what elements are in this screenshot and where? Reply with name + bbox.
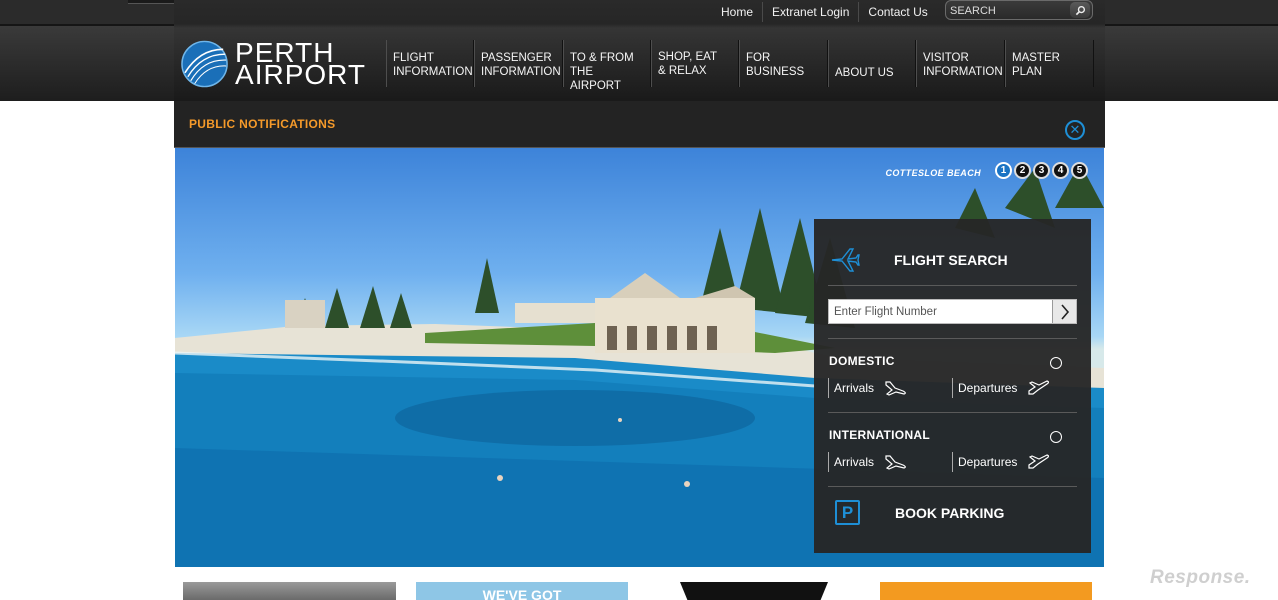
divider	[828, 338, 1077, 339]
contact-us-link[interactable]: Contact Us	[859, 2, 936, 22]
nav-label-line2: INFORMATION	[923, 66, 1003, 78]
promo-tile-4[interactable]	[880, 582, 1092, 600]
nav-label-line1: FLIGHT	[393, 52, 434, 64]
nav-label-line1: TO & FROM	[570, 52, 634, 64]
domestic-title: DOMESTIC	[829, 354, 895, 368]
departures-label: Departures	[958, 455, 1018, 469]
nav-label-line1: VISITOR	[923, 52, 969, 64]
divider	[828, 486, 1077, 487]
search-button[interactable]	[1070, 2, 1090, 18]
nav-flight-information[interactable]: FLIGHT INFORMATION	[386, 40, 474, 87]
domestic-arrivals-link[interactable]: Arrivals	[828, 378, 908, 398]
departures-plane-icon	[1028, 380, 1050, 395]
notifications-title[interactable]: PUBLIC NOTIFICATIONS	[189, 117, 335, 131]
book-parking-link[interactable]: BOOK PARKING	[895, 505, 1004, 521]
perth-airport-logo[interactable]: PERTH AIRPORT	[180, 39, 366, 89]
departures-label: Departures	[958, 381, 1018, 395]
search-input[interactable]	[950, 3, 1070, 18]
extranet-login-link[interactable]: Extranet Login	[763, 2, 860, 22]
flight-number-field	[828, 299, 1077, 324]
nav-label-line2: & RELAX	[658, 65, 707, 77]
response-watermark: Response.	[1150, 567, 1251, 588]
departures-plane-icon	[1028, 454, 1050, 469]
arrivals-label: Arrivals	[834, 381, 875, 395]
airplane-icon	[831, 248, 860, 272]
home-link[interactable]: Home	[712, 2, 764, 22]
divider	[828, 285, 1077, 286]
search-box	[945, 0, 1093, 20]
nav-master-plan[interactable]: MASTER PLAN	[1005, 40, 1094, 87]
divider	[828, 412, 1077, 413]
chevron-right-icon	[1060, 303, 1069, 320]
logo-globe-icon	[181, 40, 228, 88]
nav-label-line2: INFORMATION	[393, 66, 473, 78]
clock-icon[interactable]	[1050, 431, 1062, 443]
nav-label-line1: PASSENGER	[481, 52, 552, 64]
nav-label-line2: ABOUT US	[835, 67, 894, 79]
slide-page-3[interactable]: 3	[1033, 162, 1050, 179]
slide-page-4[interactable]: 4	[1052, 162, 1069, 179]
flight-search-title: FLIGHT SEARCH	[894, 252, 1008, 268]
flight-search-panel: FLIGHT SEARCH DOMESTIC Arrivals Departur…	[814, 219, 1091, 553]
arrivals-label: Arrivals	[834, 455, 875, 469]
slide-pager: 1 2 3 4 5	[995, 162, 1088, 179]
utility-links: Home Extranet Login Contact Us	[712, 1, 937, 23]
nav-for-business[interactable]: FOR BUSINESS	[739, 40, 828, 87]
public-notifications-bar: PUBLIC NOTIFICATIONS ✕	[174, 101, 1105, 148]
slide-page-5[interactable]: 5	[1071, 162, 1088, 179]
promo-tile-1[interactable]	[183, 582, 396, 600]
nav-label-line2: PLAN	[1012, 66, 1043, 78]
nav-label-line1: MASTER	[1012, 52, 1060, 64]
arrivals-plane-icon	[885, 455, 906, 470]
promo-tile-text: WE'VE GOT	[482, 587, 562, 600]
nav-label-line1: SHOP, EAT	[658, 51, 718, 63]
international-departures-link[interactable]: Departures	[952, 452, 1051, 472]
promo-tile-3[interactable]	[680, 582, 828, 600]
nav-label-line2: BUSINESS	[746, 66, 805, 78]
domestic-departures-link[interactable]: Departures	[952, 378, 1051, 398]
promo-tile-2[interactable]: WE'VE GOT	[416, 582, 628, 600]
international-arrivals-link[interactable]: Arrivals	[828, 452, 908, 472]
slide-page-1[interactable]: 1	[995, 162, 1012, 179]
nav-label-line2: INFORMATION	[481, 66, 561, 78]
nav-to-from-airport[interactable]: TO & FROM THE AIRPORT	[563, 40, 651, 92]
slide-caption: COTTESLOE BEACH	[885, 168, 981, 178]
main-navigation: FLIGHT INFORMATION PASSENGER INFORMATION…	[386, 40, 1094, 92]
slide-page-2[interactable]: 2	[1014, 162, 1031, 179]
parking-icon[interactable]: P	[835, 500, 860, 525]
nav-label-line1: FOR	[746, 52, 771, 64]
nav-about-us[interactable]: ABOUT US	[828, 40, 916, 87]
nav-shop-eat-relax[interactable]: SHOP, EAT & RELAX	[651, 40, 739, 87]
nav-passenger-information[interactable]: PASSENGER INFORMATION	[474, 40, 563, 87]
flight-search-go-button[interactable]	[1052, 300, 1076, 323]
international-title: INTERNATIONAL	[829, 428, 931, 442]
search-icon	[1075, 5, 1085, 15]
arrivals-plane-icon	[885, 381, 906, 396]
clock-icon[interactable]	[1050, 357, 1062, 369]
nav-label-line2: THE AIRPORT	[570, 66, 621, 92]
nav-visitor-information[interactable]: VISITOR INFORMATION	[916, 40, 1005, 87]
flight-number-input[interactable]	[834, 304, 1044, 320]
logo-line-2: AIRPORT	[235, 59, 366, 90]
close-circle-icon[interactable]: ✕	[1065, 120, 1085, 140]
logo-wordmark: PERTH AIRPORT	[235, 39, 366, 90]
